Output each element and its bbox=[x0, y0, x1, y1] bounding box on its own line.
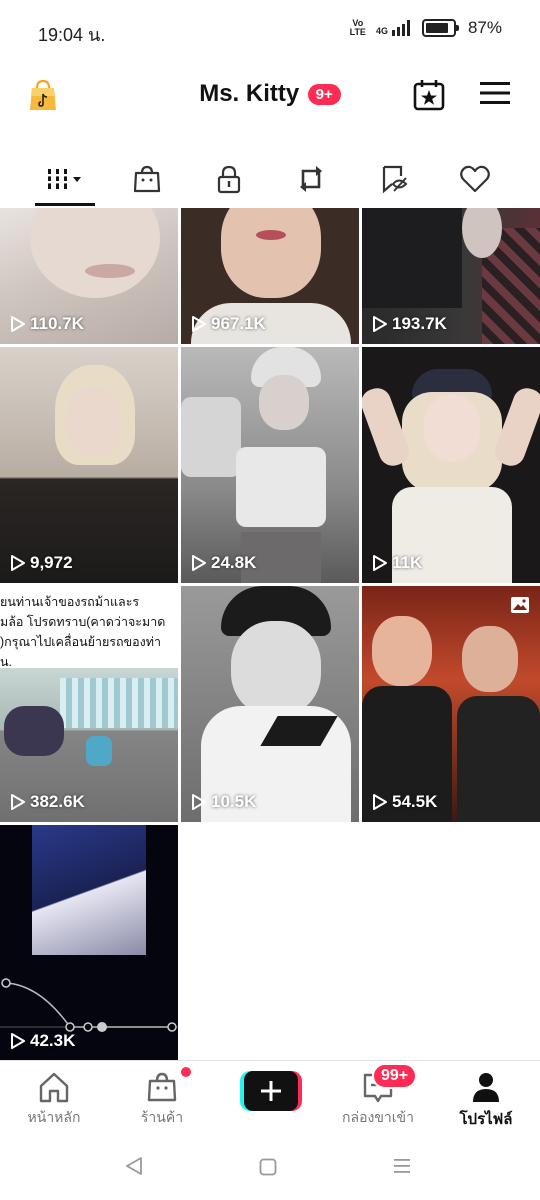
play-icon bbox=[192, 316, 206, 332]
play-icon bbox=[192, 555, 206, 571]
thumbnail-shirt bbox=[236, 447, 326, 527]
thumbnail-face bbox=[424, 395, 480, 461]
thumbnail-face bbox=[66, 387, 122, 457]
nav-shop[interactable]: ร้านค้า bbox=[112, 1061, 212, 1131]
play-count: 10.5K bbox=[191, 792, 256, 812]
tab-videos[interactable] bbox=[20, 150, 110, 208]
play-icon bbox=[373, 794, 387, 810]
nav-shop-label: ร้านค้า bbox=[140, 1109, 184, 1125]
thumbnail-car bbox=[181, 397, 241, 477]
nav-inbox-label: กล่องขาเข้า bbox=[342, 1109, 414, 1125]
shop-bag-icon bbox=[133, 165, 161, 193]
thumbnail-shirt-two bbox=[457, 696, 540, 822]
thumbnail-face bbox=[231, 621, 321, 716]
video-thumbnail[interactable]: ยนท่านเจ้าของรถม้าและร มล้อ โปรดทราบ(คาด… bbox=[0, 586, 178, 822]
video-thumbnail[interactable]: 967.1K bbox=[181, 208, 359, 344]
video-thumbnail[interactable]: 10.5K bbox=[181, 586, 359, 822]
thumbnail-shirt bbox=[362, 208, 462, 308]
thumbnail-motorbike bbox=[4, 706, 64, 756]
bottom-nav: หน้าหลัก ร้านค้า 99+ กล่องขาเข้า โปรไฟล์ bbox=[0, 1060, 540, 1131]
profile-icon bbox=[473, 1073, 499, 1102]
shop-bag-icon bbox=[147, 1072, 177, 1102]
battery-icon bbox=[421, 19, 459, 37]
tab-shop[interactable] bbox=[102, 150, 192, 208]
play-icon bbox=[192, 794, 206, 810]
shop-notification-dot bbox=[181, 1067, 191, 1077]
battery-percent: 87% bbox=[467, 18, 502, 37]
thumbnail-lips bbox=[256, 230, 286, 240]
volte-indicator: Vo LTE bbox=[349, 18, 366, 37]
video-thumbnail[interactable]: 54.5K bbox=[362, 586, 540, 822]
repost-icon bbox=[300, 166, 322, 192]
nav-home-label: หน้าหลัก bbox=[27, 1109, 81, 1125]
status-time: 19:04 น. bbox=[38, 25, 106, 45]
tab-private[interactable] bbox=[184, 150, 274, 208]
thumbnail-shelves bbox=[60, 678, 178, 728]
nav-profile[interactable]: โปรไฟล์ bbox=[436, 1061, 536, 1131]
status-bar: 19:04 น. Vo LTE 4G 87% bbox=[0, 0, 540, 62]
tab-favorites[interactable] bbox=[350, 150, 440, 208]
home-icon bbox=[39, 1072, 69, 1103]
nav-profile-label: โปรไฟล์ bbox=[459, 1111, 513, 1128]
active-tab-indicator bbox=[35, 203, 95, 206]
inbox-badge: 99+ bbox=[372, 1063, 418, 1089]
video-thumbnail[interactable]: 24.8K bbox=[181, 347, 359, 583]
notification-badge: 9+ bbox=[307, 83, 341, 105]
play-icon bbox=[11, 316, 25, 332]
thumbnail-face bbox=[30, 208, 160, 298]
profile-header: Ms. Kitty 9+ bbox=[0, 62, 540, 132]
play-count: 42.3K bbox=[10, 1031, 75, 1051]
video-thumbnail[interactable]: 110.7K bbox=[0, 208, 178, 344]
play-icon bbox=[373, 555, 387, 571]
play-icon bbox=[11, 1033, 25, 1049]
play-count: 54.5K bbox=[372, 792, 437, 812]
play-icon bbox=[373, 316, 387, 332]
thumbnail-face bbox=[259, 375, 309, 430]
thumbnail-face bbox=[221, 208, 321, 298]
thumbnail-video-frame bbox=[32, 825, 146, 955]
photo-icon bbox=[511, 597, 529, 613]
play-count: 382.6K bbox=[10, 792, 85, 812]
thumbnail-lips bbox=[85, 264, 135, 278]
play-count: 9,972 bbox=[10, 553, 73, 573]
home-square-icon[interactable] bbox=[259, 1158, 277, 1176]
content-tabs bbox=[0, 150, 540, 208]
grid-dropdown-icon bbox=[46, 169, 81, 189]
signal-icon: 4G bbox=[376, 20, 412, 36]
create-button[interactable] bbox=[240, 1071, 302, 1111]
recents-icon[interactable] bbox=[392, 1156, 412, 1176]
play-icon bbox=[11, 555, 25, 571]
play-count: 967.1K bbox=[191, 314, 266, 334]
calendar-star-icon[interactable] bbox=[412, 78, 446, 112]
back-icon[interactable] bbox=[124, 1156, 144, 1176]
plus-icon bbox=[261, 1081, 281, 1101]
video-thumbnail[interactable]: 11K bbox=[362, 347, 540, 583]
nav-home[interactable]: หน้าหลัก bbox=[4, 1061, 104, 1131]
play-count: 24.8K bbox=[191, 553, 256, 573]
play-count: 110.7K bbox=[10, 314, 84, 334]
lock-icon bbox=[217, 165, 241, 194]
thumbnail-performer bbox=[372, 616, 432, 686]
thumbnail-toy bbox=[86, 736, 112, 766]
menu-icon[interactable] bbox=[480, 80, 510, 106]
page-title[interactable]: Ms. Kitty bbox=[199, 80, 299, 107]
video-thumbnail[interactable]: 42.3K bbox=[0, 825, 178, 1061]
tab-liked[interactable] bbox=[430, 150, 520, 208]
tab-reposts[interactable] bbox=[266, 150, 356, 208]
thumbnail-caption: ยนท่านเจ้าของรถม้าและร มล้อ โปรดทราบ(คาด… bbox=[0, 595, 166, 669]
video-thumbnail[interactable]: 193.7K bbox=[362, 208, 540, 344]
play-icon bbox=[11, 794, 25, 810]
thumbnail-performer-two bbox=[462, 626, 518, 692]
heart-icon bbox=[460, 165, 490, 193]
nav-inbox[interactable]: 99+ กล่องขาเข้า bbox=[328, 1061, 428, 1131]
play-count: 193.7K bbox=[372, 314, 447, 334]
system-nav-bar bbox=[0, 1130, 540, 1200]
play-count: 11K bbox=[372, 553, 422, 573]
video-thumbnail[interactable]: 9,972 bbox=[0, 347, 178, 583]
bookmark-hidden-icon bbox=[382, 165, 408, 194]
